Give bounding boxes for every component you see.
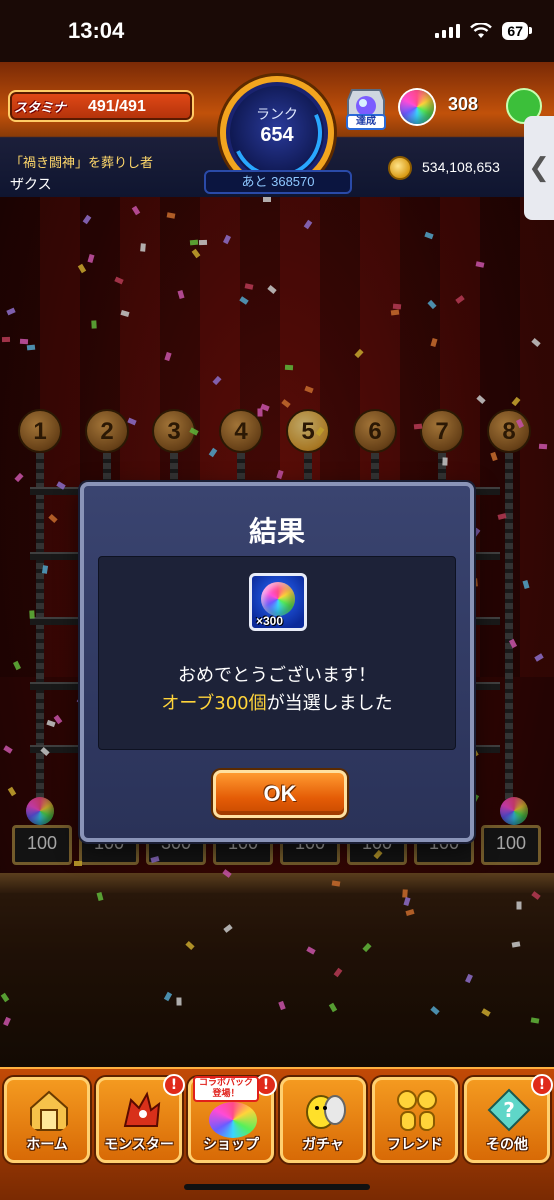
- reward-tile: ×300: [249, 573, 307, 631]
- side-drawer-tab[interactable]: ❮: [524, 116, 554, 220]
- nav-other[interactable]: ? その他 !: [464, 1074, 553, 1163]
- dialog-title: 結果: [248, 515, 305, 548]
- player-title: 「禍き闘神」を葬りし者: [10, 156, 154, 171]
- stamina-bar[interactable]: スタミナ 491/491: [8, 90, 194, 122]
- collab-pack-tag: コラボパック 登場！: [193, 1076, 259, 1102]
- player-name: ザクス: [10, 177, 52, 193]
- notification-badge: !: [163, 1074, 185, 1096]
- rank-value: 654: [260, 124, 294, 146]
- result-message-rest: が当選しました: [266, 693, 393, 714]
- result-dialog: 結果 ×300 おめでとうございます！ オーブ300個が当選しました OK: [80, 482, 474, 842]
- nav-friend-label: フレンド: [387, 1137, 443, 1153]
- nav-home[interactable]: ホーム: [4, 1077, 90, 1163]
- reward-quantity: ×300: [256, 614, 284, 628]
- nav-monster-label: モンスター: [104, 1137, 174, 1153]
- wifi-icon: [470, 23, 493, 38]
- result-highlight: オーブ300個: [161, 693, 267, 714]
- gold-coin-icon: [388, 156, 412, 180]
- other-icon: ?: [487, 1088, 531, 1132]
- status-bar: 13:04 67: [0, 0, 554, 62]
- nav-home-label: ホーム: [26, 1137, 68, 1153]
- notification-badge: !: [531, 1074, 553, 1096]
- signal-icon: [435, 24, 461, 38]
- status-indicators: 67: [435, 22, 532, 40]
- nav-other-label: その他: [486, 1137, 528, 1153]
- dialog-content: ×300 おめでとうございます！ オーブ300個が当選しました: [98, 556, 456, 750]
- stamina-label: スタミナ: [14, 101, 67, 116]
- svg-text:?: ?: [503, 1098, 515, 1122]
- shop-icon: [209, 1102, 257, 1138]
- congrats-message: おめでとうございます！: [178, 665, 376, 686]
- friend-icon: [397, 1090, 437, 1131]
- gacha-icon: [306, 1095, 346, 1129]
- nav-monster[interactable]: モンスター !: [96, 1074, 185, 1163]
- chevron-left-icon: ❮: [528, 153, 550, 183]
- result-message: オーブ300個が当選しました: [99, 689, 455, 715]
- stamina-value: 491/491: [88, 98, 146, 115]
- orb-count: 308: [448, 94, 479, 114]
- home-indicator: [184, 1184, 370, 1190]
- status-time: 13:04: [68, 18, 125, 43]
- nav-gacha-label: ガチャ: [302, 1137, 344, 1153]
- achievement-badge: 達成: [346, 114, 386, 130]
- nav-shop[interactable]: コラボパック 登場！ ショップ !: [188, 1074, 277, 1163]
- nav-gacha[interactable]: ガチャ: [280, 1077, 366, 1163]
- battery-indicator: 67: [502, 22, 532, 40]
- orb-icon: [400, 90, 434, 124]
- ok-button[interactable]: OK: [213, 770, 347, 818]
- nav-shop-label: ショップ: [203, 1137, 259, 1153]
- nav-friend[interactable]: フレンド: [372, 1077, 458, 1163]
- bottom-navigation: ホーム モンスター ! コラボパック 登場！ ショップ ! ガチャ フレンド ?…: [0, 1067, 554, 1200]
- rank-next-exp: あと 368570: [204, 170, 352, 194]
- monster-icon: [123, 1091, 161, 1127]
- rank-label: ランク: [256, 107, 298, 123]
- top-hud: スタミナ 491/491 ランク 654 あと 368570 達成 308 「禍…: [0, 62, 554, 197]
- home-icon: [30, 1090, 68, 1131]
- orb-icon: [261, 582, 295, 616]
- gold-value: 534,108,653: [422, 159, 500, 175]
